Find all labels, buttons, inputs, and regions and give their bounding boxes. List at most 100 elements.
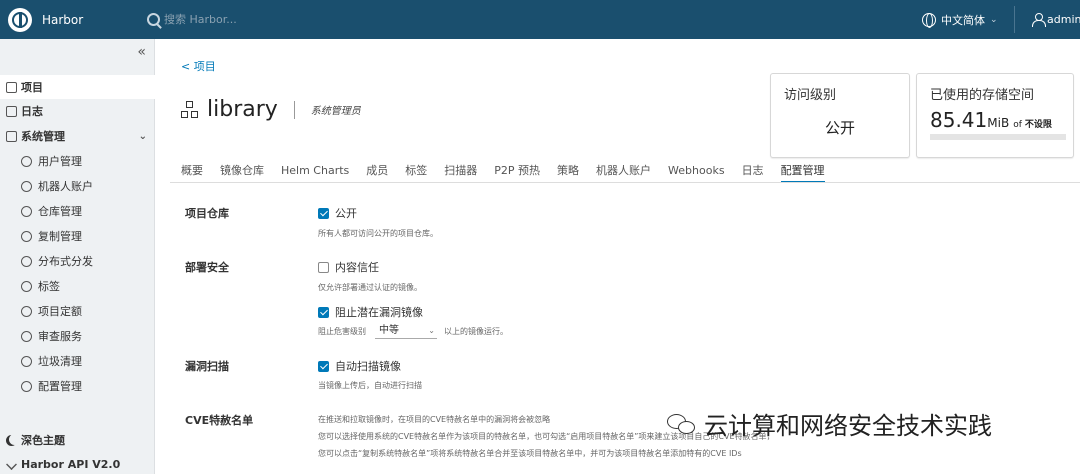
dark-theme-toggle[interactable]: 深色主题 [0, 428, 155, 452]
auto-scan-row[interactable]: 自动扫描镜像 [318, 358, 401, 374]
severity-suffix: 以上的镜像运行。 [444, 327, 508, 336]
cve-help-line-3: 您可以点击“复制系统特赦名单”项将系统特赦名单合并至该项目特赦名单中，并可为该项… [318, 449, 742, 458]
brand[interactable]: Harbor [0, 7, 138, 32]
severity-prefix: 阻止危害级别 [318, 327, 366, 336]
header-divider [1014, 6, 1015, 33]
global-search[interactable] [147, 0, 447, 39]
sidebar-item-gc[interactable]: 垃圾清理 [0, 349, 155, 373]
prevent-vulnerable-checkbox[interactable] [318, 306, 329, 318]
settings-icon [21, 380, 32, 392]
harbor-logo-icon [8, 7, 32, 32]
top-header: Harbor [0, 0, 1080, 39]
sidebar-item-quotas[interactable]: 项目定额 [0, 299, 155, 323]
sidebar-item-configuration[interactable]: 配置管理 [0, 374, 155, 398]
access-level-card: 访问级别 公开 [770, 73, 910, 158]
tab-summary[interactable]: 概要 [181, 158, 203, 183]
replication-icon [21, 230, 32, 242]
tab-policy[interactable]: 策略 [557, 158, 579, 183]
section-project-registry: 项目仓库 [185, 207, 229, 220]
collapse-sidebar-icon[interactable]: « [137, 44, 146, 60]
trash-icon [21, 355, 32, 367]
sidebar-item-label: 日志 [21, 105, 43, 118]
public-label: 公开 [335, 207, 357, 220]
brand-name: Harbor [42, 12, 84, 27]
user-role: 系统管理员 [310, 106, 361, 117]
watermark-text: 云计算和网络安全技术实践 [704, 412, 992, 440]
storage-title: 已使用的存储空间 [930, 88, 1035, 103]
search-icon [147, 13, 160, 26]
content-trust-checkbox[interactable] [318, 261, 329, 273]
sidebar-item-label: 配置管理 [38, 380, 82, 393]
content-trust-label: 内容信任 [335, 261, 379, 274]
tag-icon [21, 280, 32, 292]
prevent-vulnerable-label: 阻止潜在漏洞镜像 [335, 306, 423, 319]
tab-scanner[interactable]: 扫描器 [444, 158, 477, 183]
tab-repositories[interactable]: 镜像仓库 [220, 158, 264, 183]
sidebar-item-label: 复制管理 [38, 230, 82, 243]
sidebar-item-interrogation[interactable]: 审查服务 [0, 324, 155, 348]
distribution-icon [21, 255, 32, 267]
project-icon [181, 100, 199, 119]
api-explorer-link[interactable]: Harbor API V2.0 [0, 452, 155, 474]
storage-used: 85.41MiB of 不设限 [930, 108, 1052, 132]
auto-scan-help: 当镜像上传后，自动进行扫描 [318, 381, 422, 390]
public-help: 所有人都可访问公开的项目仓库。 [318, 229, 438, 238]
storage-limit: 不设限 [1024, 120, 1052, 130]
back-to-projects-link[interactable]: < 项目 [181, 58, 216, 74]
sidebar-item-labels[interactable]: 标签 [0, 274, 155, 298]
search-input[interactable] [164, 13, 364, 26]
sidebar-item-label: 系统管理 [21, 130, 65, 143]
content-trust-help: 仅允许部署通过认证的镜像。 [318, 283, 422, 292]
sidebar-item-label: 垃圾清理 [38, 355, 82, 368]
chevron-down-icon: ⌄ [428, 326, 435, 335]
sidebar-item-logs[interactable]: 日志 [0, 99, 155, 123]
public-checkbox[interactable] [318, 207, 329, 219]
tab-p2p-preheat[interactable]: P2P 预热 [494, 158, 540, 183]
sidebar-item-users[interactable]: 用户管理 [0, 149, 155, 173]
moon-icon [6, 435, 17, 446]
auto-scan-checkbox[interactable] [318, 360, 329, 372]
tab-webhooks[interactable]: Webhooks [668, 158, 725, 183]
tab-logs[interactable]: 日志 [742, 158, 764, 183]
log-icon [6, 105, 17, 117]
wechat-icon [667, 412, 697, 436]
sidebar-item-registries[interactable]: 仓库管理 [0, 199, 155, 223]
globe-icon [922, 12, 936, 28]
sidebar-item-label: 项目定额 [38, 305, 82, 318]
language-label: 中文简体 [941, 13, 985, 27]
sidebar-item-replications[interactable]: 复制管理 [0, 224, 155, 248]
sidebar-item-distributions[interactable]: 分布式分发 [0, 249, 155, 273]
sidebar-item-administration[interactable]: 系统管理 ⌄ [0, 124, 155, 148]
tab-helm-charts[interactable]: Helm Charts [281, 158, 349, 183]
tabs-divider [170, 182, 1080, 183]
username: admin [1047, 13, 1080, 26]
api-icon [6, 458, 17, 470]
tab-robot-accounts[interactable]: 机器人账户 [596, 158, 651, 183]
sidebar-item-label: 仓库管理 [38, 205, 82, 218]
page-title: library [207, 97, 278, 122]
robot-icon [21, 180, 32, 192]
public-checkbox-row[interactable]: 公开 [318, 205, 357, 221]
project-header: library 系统管理员 [181, 97, 361, 122]
tab-labels[interactable]: 标签 [405, 158, 427, 183]
watermark: 云计算和网络安全技术实践 [667, 406, 992, 441]
language-selector[interactable]: 中文简体 ⌄ [922, 0, 998, 39]
user-menu[interactable]: admin [1032, 0, 1080, 39]
sidebar-item-label: 用户管理 [38, 155, 82, 168]
registry-icon [21, 205, 32, 217]
project-tabs: 概要 镜像仓库 Helm Charts 成员 标签 扫描器 P2P 预热 策略 … [181, 158, 842, 183]
sidebar-item-projects[interactable]: 项目 [0, 75, 155, 99]
storage-progress-bar [930, 134, 1066, 140]
severity-value: 中等 [379, 325, 399, 336]
cve-help-line-1: 在推送和拉取镜像时，在项目的CVE特赦名单中的漏洞将会被忽略 [318, 415, 551, 424]
tab-configuration[interactable]: 配置管理 [780, 158, 825, 183]
prevent-vulnerable-row[interactable]: 阻止潜在漏洞镜像 [318, 304, 423, 320]
sidebar-item-label: 机器人账户 [38, 180, 93, 193]
content-trust-row[interactable]: 内容信任 [318, 259, 379, 275]
severity-select[interactable]: 中等 ⌄ [375, 324, 437, 339]
severity-row: 阻止危害级别 中等 ⌄ 以上的镜像运行。 [318, 324, 508, 339]
sidebar-item-robot-accounts[interactable]: 机器人账户 [0, 174, 155, 198]
tab-members[interactable]: 成员 [366, 158, 388, 183]
storage-of: of [1013, 120, 1022, 130]
sidebar-item-label: 审查服务 [38, 330, 82, 343]
